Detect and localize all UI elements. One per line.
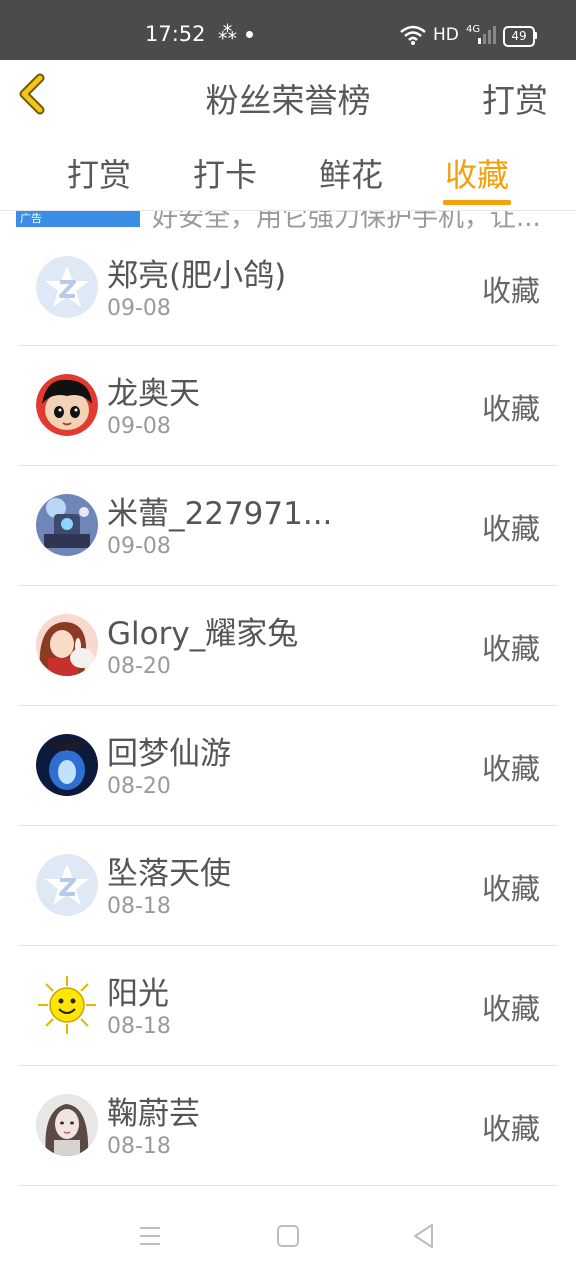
back-triangle-icon[interactable] <box>406 1218 442 1254</box>
default-q-avatar-icon <box>36 854 98 916</box>
fan-name: 鞠蔚芸 <box>107 1096 200 1132</box>
fan-name: 郑亮(肥小鸽) <box>107 258 287 294</box>
fan-date: 08-20 <box>107 654 171 679</box>
fan-name: 坠落天使 <box>107 856 231 892</box>
fan-action: 收藏 <box>481 274 540 308</box>
menu-icon[interactable] <box>132 1218 168 1254</box>
fan-name: 龙奥天 <box>107 376 200 412</box>
default-q-avatar-icon <box>36 256 98 318</box>
active-tab-indicator <box>443 200 511 205</box>
fan-date: 08-20 <box>107 774 171 799</box>
tab-flowers[interactable]: 鲜花 <box>319 150 383 196</box>
list-item[interactable]: 坠落天使 08-18 收藏 <box>18 826 558 946</box>
blue-glow-avatar-icon <box>36 734 98 796</box>
tab-favorites[interactable]: 收藏 <box>445 150 509 196</box>
avatar <box>36 256 98 318</box>
fan-action: 收藏 <box>481 632 540 666</box>
clock: 17:52 <box>145 22 206 46</box>
sun-avatar-icon <box>36 974 98 1036</box>
fan-date: 08-18 <box>107 1134 171 1159</box>
fan-action: 收藏 <box>481 872 540 906</box>
avatar <box>36 854 98 916</box>
list-item[interactable]: 郑亮(肥小鸽) 09-08 收藏 <box>18 228 558 346</box>
fan-date: 09-08 <box>107 534 171 559</box>
fan-action: 收藏 <box>481 992 540 1026</box>
fan-action: 收藏 <box>481 512 540 546</box>
ad-badge: 广告 <box>16 211 140 227</box>
woman-photo-avatar-icon <box>36 1094 98 1156</box>
cartoon-boy-avatar-icon <box>36 374 98 436</box>
notification-icon: ⁂ <box>218 22 237 44</box>
avatar <box>36 374 98 436</box>
avatar <box>36 734 98 796</box>
fan-date: 08-18 <box>107 1014 171 1039</box>
tab-reward[interactable]: 打赏 <box>67 150 131 196</box>
fan-action: 收藏 <box>481 1112 540 1146</box>
avatar <box>36 614 98 676</box>
fan-name: 回梦仙游 <box>107 736 231 772</box>
avatar <box>36 974 98 1036</box>
battery-icon: 49 <box>503 26 535 47</box>
fan-list: 郑亮(肥小鸽) 09-08 收藏 龙奥天 09-08 收藏 米蕾_227971.… <box>18 228 558 1186</box>
battery-tip <box>534 32 537 39</box>
wifi-icon <box>400 25 426 45</box>
list-item[interactable]: Glory_耀家兔 08-20 收藏 <box>18 586 558 706</box>
list-item[interactable]: 鞠蔚芸 08-18 收藏 <box>18 1066 558 1186</box>
reward-button[interactable]: 打赏 <box>482 74 548 122</box>
fan-name: 阳光 <box>107 976 169 1012</box>
girl-bunny-avatar-icon <box>36 614 98 676</box>
tab-checkin[interactable]: 打卡 <box>193 150 257 196</box>
avatar <box>36 494 98 556</box>
fan-name: Glory_耀家兔 <box>107 616 299 652</box>
fan-name: 米蕾_227971... <box>107 496 333 532</box>
title-bar: 粉丝荣誉榜 打赏 <box>0 60 576 129</box>
status-bar: 17:52 ⁂ HD 4G 49 <box>0 0 576 60</box>
avatar <box>36 1094 98 1156</box>
list-item[interactable]: 回梦仙游 08-20 收藏 <box>18 706 558 826</box>
fan-date: 09-08 <box>107 296 171 321</box>
fan-date: 09-08 <box>107 414 171 439</box>
system-nav-bar <box>0 1190 576 1280</box>
fan-date: 08-18 <box>107 894 171 919</box>
hd-indicator: HD <box>433 25 459 45</box>
robot-avatar-icon <box>36 494 98 556</box>
notification-dot <box>246 31 253 38</box>
tab-bar: 打赏 打卡 鲜花 收藏 <box>0 128 576 211</box>
list-item[interactable]: 阳光 08-18 收藏 <box>18 946 558 1066</box>
signal-icon <box>478 26 496 44</box>
fan-action: 收藏 <box>481 392 540 426</box>
list-item[interactable]: 龙奥天 09-08 收藏 <box>18 346 558 466</box>
fan-action: 收藏 <box>481 752 540 786</box>
home-icon[interactable] <box>270 1218 306 1254</box>
list-item[interactable]: 米蕾_227971... 09-08 收藏 <box>18 466 558 586</box>
